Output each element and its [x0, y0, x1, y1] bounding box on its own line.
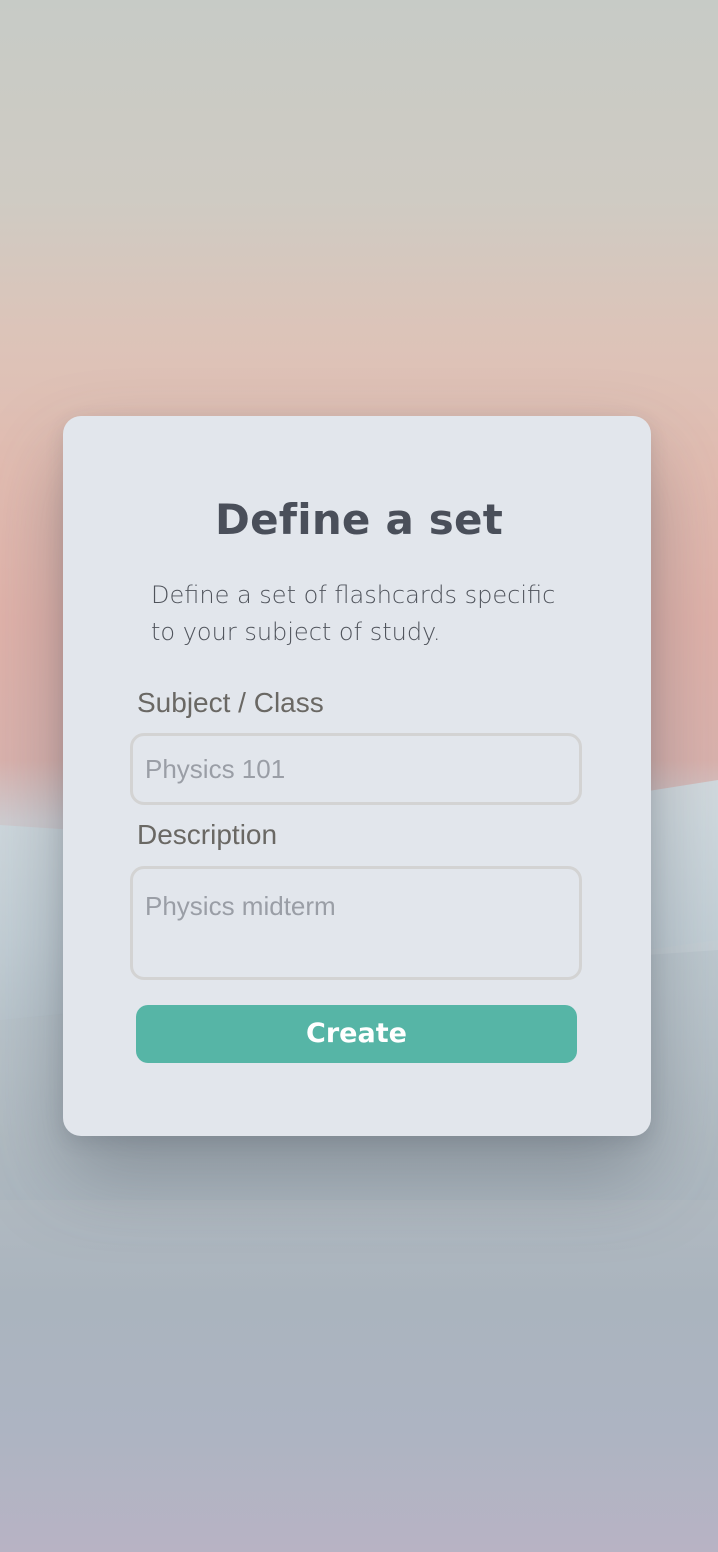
- description-textarea[interactable]: [130, 866, 582, 980]
- page-title: Define a set: [215, 495, 503, 544]
- create-button[interactable]: Create: [136, 1005, 577, 1063]
- page-subtitle: Define a set of flashcards specific to y…: [151, 581, 556, 646]
- description-label: Description: [137, 819, 278, 850]
- subject-label: Subject / Class: [137, 687, 324, 718]
- subject-input[interactable]: [130, 733, 582, 805]
